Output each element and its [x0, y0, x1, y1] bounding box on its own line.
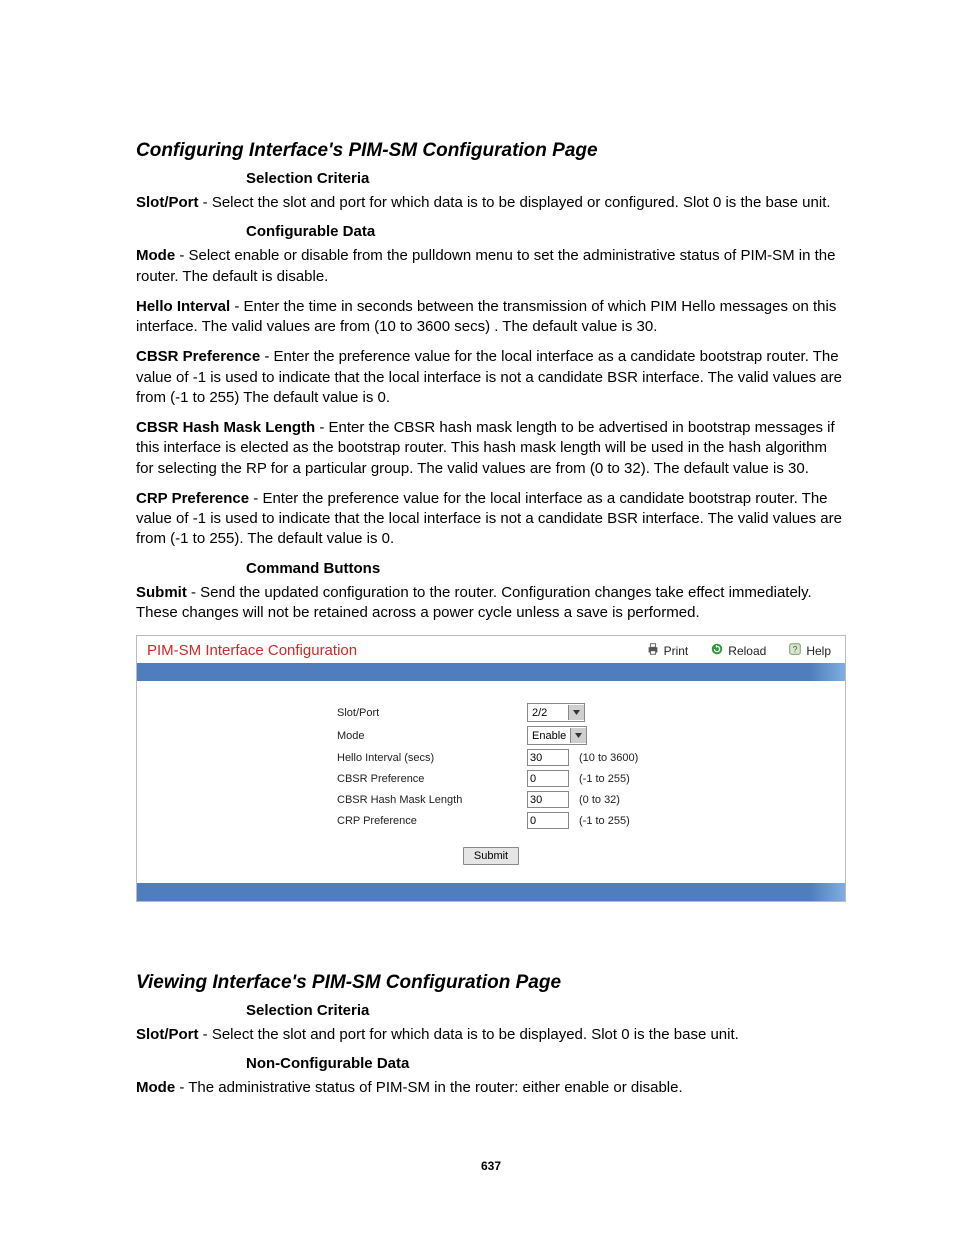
input-cbsr-pref[interactable] — [527, 770, 569, 787]
hint-cbsr-pref: (-1 to 255) — [579, 773, 630, 785]
para-submit: Submit - Send the updated configuration … — [136, 583, 846, 624]
para-cbsr-pref: CBSR Preference - Enter the preference v… — [136, 347, 846, 408]
subhead-configurable-data: Configurable Data — [246, 223, 846, 240]
hint-crp-pref: (-1 to 255) — [579, 815, 630, 827]
label-cbsr-pref: CBSR Preference — [137, 773, 527, 785]
label-crp-pref: CRP Preference — [137, 815, 527, 827]
reload-button[interactable]: Reload — [710, 642, 766, 659]
term: Submit — [136, 584, 187, 601]
para-slot-port: Slot/Port - Select the slot and port for… — [136, 193, 846, 213]
text: - Select enable or disable from the pull… — [136, 247, 836, 284]
help-button[interactable]: ? Help — [788, 642, 831, 659]
subhead-command-buttons: Command Buttons — [246, 560, 846, 577]
select-value: 2/2 — [528, 707, 568, 719]
term: Hello Interval — [136, 298, 230, 315]
text: - Enter the time in seconds between the … — [136, 298, 836, 335]
subhead-selection-criteria: Selection Criteria — [246, 170, 846, 187]
panel-top-bar — [137, 663, 845, 681]
term: Slot/Port — [136, 194, 199, 211]
term: CBSR Hash Mask Length — [136, 419, 315, 436]
select-mode[interactable]: Enable — [527, 726, 587, 745]
print-label: Print — [664, 644, 689, 658]
para-hello: Hello Interval - Enter the time in secon… — [136, 297, 846, 338]
reload-label: Reload — [728, 644, 766, 658]
term: CRP Preference — [136, 490, 249, 507]
chevron-down-icon — [570, 728, 586, 743]
term: CBSR Preference — [136, 348, 260, 365]
subhead-nonconfig-data: Non-Configurable Data — [246, 1055, 846, 1072]
input-crp-pref[interactable] — [527, 812, 569, 829]
para-cbsr-mask: CBSR Hash Mask Length - Enter the CBSR h… — [136, 418, 846, 479]
text: - Send the updated configuration to the … — [136, 584, 812, 621]
input-hello-interval[interactable] — [527, 749, 569, 766]
print-icon — [646, 642, 660, 659]
para-mode-2: Mode - The administrative status of PIM-… — [136, 1078, 846, 1098]
term: Mode — [136, 1079, 175, 1096]
label-cbsr-mask: CBSR Hash Mask Length — [137, 794, 527, 806]
para-mode: Mode - Select enable or disable from the… — [136, 246, 846, 287]
config-panel: PIM-SM Interface Configuration Print Rel… — [136, 635, 846, 902]
help-label: Help — [806, 644, 831, 658]
print-button[interactable]: Print — [646, 642, 689, 659]
chevron-down-icon — [568, 705, 584, 720]
term: Mode — [136, 247, 175, 264]
label-slot-port: Slot/Port — [137, 707, 527, 719]
help-icon: ? — [788, 642, 802, 659]
text: - The administrative status of PIM-SM in… — [175, 1079, 682, 1096]
text: - Select the slot and port for which dat… — [199, 194, 831, 211]
para-crp-pref: CRP Preference - Enter the preference va… — [136, 489, 846, 550]
hint-hello-interval: (10 to 3600) — [579, 752, 638, 764]
svg-text:?: ? — [793, 645, 798, 655]
submit-button[interactable]: Submit — [463, 847, 519, 865]
panel-bottom-bar — [137, 883, 845, 901]
reload-icon — [710, 642, 724, 659]
para-slot-port-2: Slot/Port - Select the slot and port for… — [136, 1025, 846, 1045]
subhead-selection-criteria-2: Selection Criteria — [246, 1002, 846, 1019]
input-cbsr-mask[interactable] — [527, 791, 569, 808]
label-hello-interval: Hello Interval (secs) — [137, 752, 527, 764]
select-slot-port[interactable]: 2/2 — [527, 703, 585, 722]
section-viewing-title: Viewing Interface's PIM-SM Configuration… — [136, 972, 846, 994]
hint-cbsr-mask: (0 to 32) — [579, 794, 620, 806]
label-mode: Mode — [137, 730, 527, 742]
select-value: Enable — [528, 730, 570, 742]
section-configuring-title: Configuring Interface's PIM-SM Configura… — [136, 140, 846, 162]
term: Slot/Port — [136, 1026, 199, 1043]
page-number: 637 — [136, 1159, 846, 1173]
text: - Select the slot and port for which dat… — [199, 1026, 739, 1043]
panel-title: PIM-SM Interface Configuration — [147, 642, 646, 659]
